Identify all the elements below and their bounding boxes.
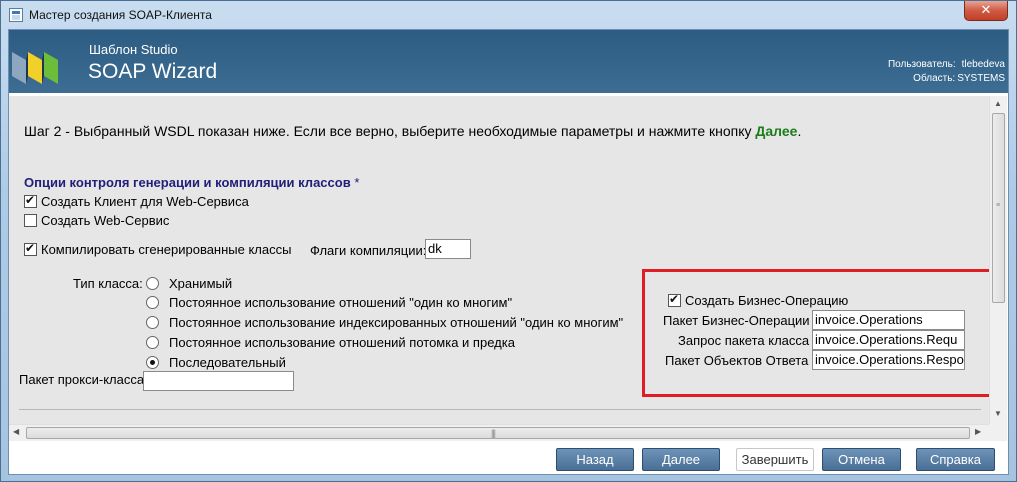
user-label: Пользователь:	[887, 59, 956, 70]
help-button[interactable]: Справка	[916, 448, 995, 471]
scroll-down-icon[interactable]: ▼	[994, 409, 1002, 418]
scroll-up-icon[interactable]: ▲	[994, 99, 1002, 108]
required-marker: *	[354, 175, 360, 190]
header-banner: Шаблон Studio SOAP Wizard Пользователь: t…	[9, 30, 1008, 93]
horizontal-scroll-thumb[interactable]: |||	[26, 427, 970, 439]
finish-button[interactable]: Завершить	[736, 448, 814, 471]
area-label: Область:	[913, 73, 956, 84]
section-title: Опции контроля генерации и компиляции кл…	[24, 175, 359, 190]
next-button[interactable]: Далее	[642, 448, 720, 471]
cancel-button[interactable]: Отмена	[822, 448, 901, 471]
business-op-package-label: Пакет Бизнес-Операции	[663, 313, 810, 328]
create-service-checkbox[interactable]	[24, 214, 37, 227]
proxy-package-label: Пакет прокси-класса	[19, 372, 145, 387]
horizontal-scrollbar[interactable]: ◀ ||| ▶	[9, 424, 989, 441]
wizard-window: Мастер создания SOAP-Клиента ✕ Шаблон St…	[0, 0, 1017, 482]
step-end: .	[797, 123, 802, 139]
radio-button[interactable]	[146, 296, 159, 309]
step-next-word: Далее	[755, 123, 798, 139]
response-package-label: Пакет Объектов Ответа	[665, 353, 809, 368]
brand-subtitle: Шаблон Studio	[89, 42, 178, 57]
section-title-text: Опции контроля генерации и компиляции кл…	[24, 175, 351, 190]
button-bar: Назад Далее Завершить Отмена Справка	[9, 441, 1008, 474]
step-instructions: Шаг 2 - Выбранный WSDL показан ниже. Есл…	[24, 123, 801, 139]
class-type-label-serial: Последовательный	[169, 355, 286, 370]
class-type-option-persistent[interactable]: Хранимый	[146, 276, 232, 291]
grip-icon: ≡	[996, 202, 1001, 209]
brand-title: SOAP Wizard	[88, 60, 218, 83]
create-service-label: Создать Web-Сервис	[41, 213, 170, 228]
radio-button[interactable]	[146, 277, 159, 290]
class-type-label-indexed: Постоянное использование индексированных…	[169, 315, 624, 330]
title-bar[interactable]: Мастер создания SOAP-Клиента ✕	[1, 1, 1016, 29]
request-package-label: Запрос пакета класса	[678, 333, 810, 348]
scroll-left-icon[interactable]: ◀	[13, 427, 19, 436]
radio-button[interactable]	[146, 336, 159, 349]
content-divider	[19, 409, 981, 410]
user-info: Пользователь: tlebedeva Область: SYSTEMS	[888, 58, 1005, 86]
create-business-op-row[interactable]: Создать Бизнес-Операцию	[668, 292, 849, 308]
class-type-option-indexed-one-to-many[interactable]: Постоянное использование индексированных…	[146, 315, 623, 330]
request-package-input[interactable]: invoice.Operations.Requ	[812, 330, 965, 350]
create-business-op-label: Создать Бизнес-Операцию	[685, 293, 849, 308]
response-package-input[interactable]: invoice.Operations.Respo	[812, 350, 965, 370]
window-title: Мастер создания SOAP-Клиента	[29, 8, 212, 22]
close-button[interactable]: ✕	[964, 1, 1008, 21]
create-service-row[interactable]: Создать Web-Сервис	[24, 213, 169, 228]
class-type-label-one-to-many: Постоянное использование отношений "один…	[169, 295, 513, 310]
wizard-content: Шаг 2 - Выбранный WSDL показан ниже. Есл…	[9, 96, 989, 424]
class-type-label-persistent: Хранимый	[169, 276, 233, 291]
class-type-option-parent-child[interactable]: Постоянное использование отношений потом…	[146, 335, 515, 350]
scroll-right-icon[interactable]: ▶	[975, 427, 981, 436]
user-value: tlebedeva	[961, 59, 1005, 70]
dialog-client-area: Шаблон Studio SOAP Wizard Пользователь: t…	[8, 29, 1009, 475]
business-op-package-input[interactable]: invoice.Operations	[812, 310, 965, 330]
class-type-label-parent-child: Постоянное использование отношений потом…	[169, 335, 515, 350]
compile-label: Компилировать сгенерированные классы	[41, 242, 292, 257]
create-client-checkbox[interactable]	[24, 193, 37, 208]
proxy-package-input[interactable]	[143, 371, 294, 391]
create-client-label: Создать Клиент для Web-Сервиса	[41, 194, 249, 209]
compile-row[interactable]: Компилировать сгенерированные классы	[24, 241, 292, 257]
app-icon	[9, 8, 23, 22]
create-business-op-checkbox[interactable]	[668, 292, 681, 307]
vertical-scrollbar[interactable]: ▲ ≡ ▼	[989, 96, 1007, 424]
class-type-option-serial[interactable]: Последовательный	[146, 355, 286, 370]
create-client-row[interactable]: Создать Клиент для Web-Сервиса	[24, 193, 249, 209]
compile-flags-label: Флаги компиляции:	[310, 243, 427, 258]
radio-button[interactable]	[146, 316, 159, 329]
back-button[interactable]: Назад	[556, 448, 634, 471]
compile-checkbox[interactable]	[24, 241, 37, 256]
studio-logo-icon	[12, 52, 58, 84]
step-text: Шаг 2 - Выбранный WSDL показан ниже. Есл…	[24, 123, 756, 139]
scroll-corner	[989, 424, 1007, 441]
class-type-option-one-to-many[interactable]: Постоянное использование отношений "один…	[146, 295, 512, 310]
class-type-label: Тип класса:	[73, 276, 143, 291]
area-value: SYSTEMS	[957, 73, 1005, 84]
radio-button-selected[interactable]	[146, 356, 159, 369]
vertical-scroll-thumb[interactable]: ≡	[992, 113, 1005, 303]
grip-icon: |||	[491, 428, 496, 438]
compile-flags-input[interactable]: dk	[425, 239, 471, 259]
